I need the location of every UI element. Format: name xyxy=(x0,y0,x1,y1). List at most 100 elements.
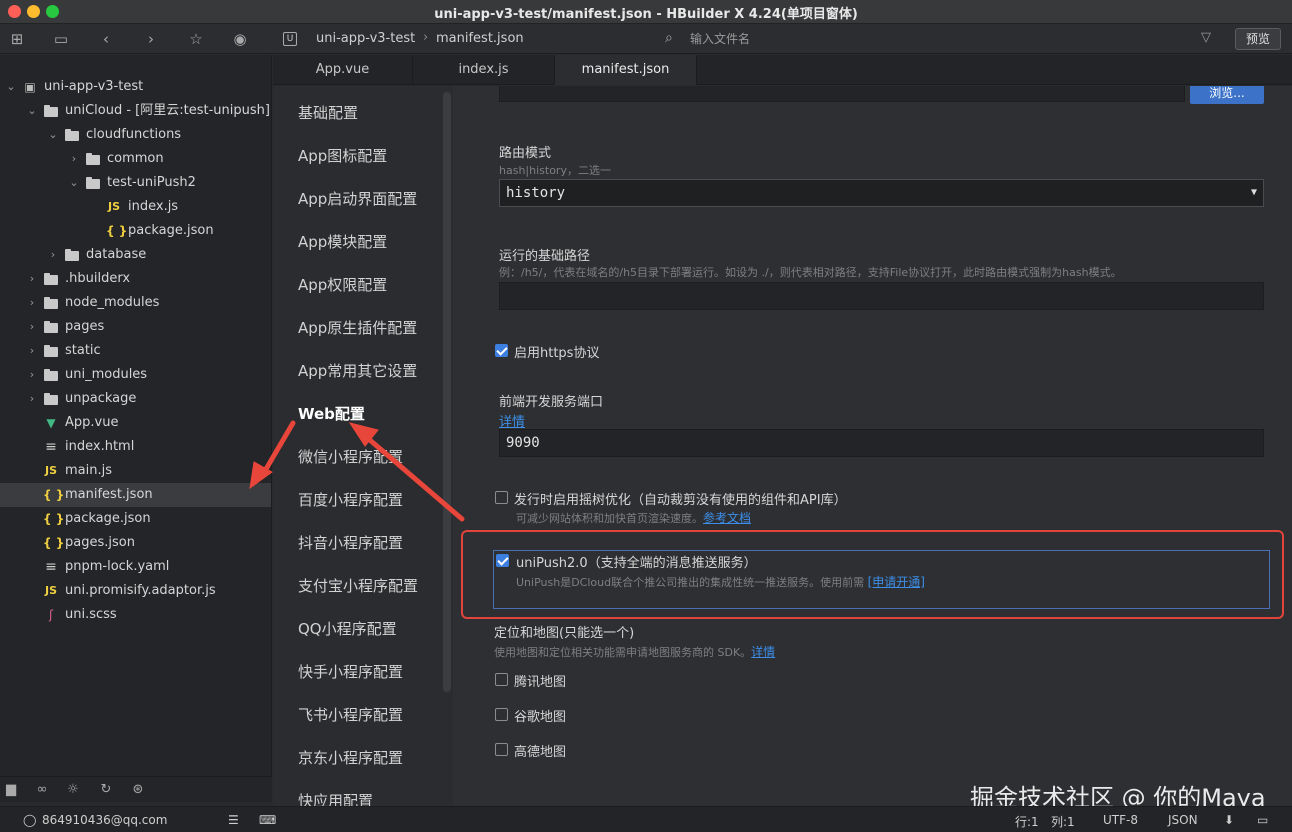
tree-item[interactable]: › static xyxy=(0,339,271,363)
chevron-down-icon[interactable]: ⌄ xyxy=(27,99,37,123)
config-nav-item[interactable]: 京东小程序配置 xyxy=(298,747,403,768)
config-nav-scrollbar[interactable] xyxy=(443,92,451,692)
chevron-right-icon[interactable]: › xyxy=(27,387,37,411)
config-nav-item[interactable]: App图标配置 xyxy=(298,145,387,166)
config-nav-item[interactable]: QQ小程序配置 xyxy=(298,618,397,639)
debug-icon[interactable]: ☼ xyxy=(64,781,82,799)
binoculars-icon[interactable]: ∞ xyxy=(33,781,51,799)
tree-item[interactable]: { } package.json xyxy=(0,219,271,243)
chevron-down-icon[interactable]: ⌄ xyxy=(6,75,16,99)
router-mode-select[interactable]: history ▼ xyxy=(499,179,1264,207)
account-icon[interactable]: ◯ xyxy=(23,813,36,827)
config-nav-item[interactable]: 基础配置 xyxy=(298,102,358,123)
https-label[interactable]: 启用https协议 xyxy=(514,342,599,361)
config-nav-item[interactable]: 百度小程序配置 xyxy=(298,489,403,510)
icon-path-field[interactable] xyxy=(499,86,1185,102)
explorer-icon[interactable]: ▆ xyxy=(2,781,20,799)
plugin-icon[interactable]: ⊛ xyxy=(129,781,147,799)
tab-index-js[interactable]: index.js xyxy=(413,55,555,85)
tree-item[interactable]: ▼ App.vue xyxy=(0,411,271,435)
tree-item[interactable]: › .hbuilderx xyxy=(0,267,271,291)
browse-button[interactable]: 浏览... xyxy=(1190,86,1264,104)
star-icon[interactable]: ☆ xyxy=(187,30,205,48)
tree-item[interactable]: ⌄ test-uniPush2 xyxy=(0,171,271,195)
tree-item[interactable]: ʃ uni.scss xyxy=(0,603,271,627)
outline-icon[interactable]: ☰ xyxy=(228,813,239,827)
config-nav-item[interactable]: 飞书小程序配置 xyxy=(298,704,403,725)
tab-app-vue[interactable]: App.vue xyxy=(273,55,413,85)
unipush-label[interactable]: uniPush2.0（支持全端的消息推送服务） xyxy=(516,552,757,571)
treeshake-docs-link[interactable]: 参考文档 xyxy=(703,511,751,525)
tree-item[interactable]: { } pages.json xyxy=(0,531,271,555)
unipush-apply-link[interactable]: [申请开通] xyxy=(868,575,925,589)
terminal-icon[interactable]: ⌨ xyxy=(259,813,276,827)
treeshake-label[interactable]: 发行时启用摇树优化（自动裁剪没有使用的组件和API库） xyxy=(514,489,847,508)
chevron-right-icon[interactable]: › xyxy=(69,147,79,171)
tencent-map-checkbox[interactable] xyxy=(495,673,508,686)
back-icon[interactable]: ‹ xyxy=(97,30,115,48)
amap-checkbox[interactable] xyxy=(495,743,508,756)
preview-button[interactable]: 预览 xyxy=(1235,28,1281,50)
tree-item[interactable]: JS uni.promisify.adaptor.js xyxy=(0,579,271,603)
forward-icon[interactable]: › xyxy=(142,30,160,48)
config-nav-item[interactable]: Web配置 xyxy=(298,403,365,424)
tree-item[interactable]: › database xyxy=(0,243,271,267)
chevron-right-icon[interactable]: › xyxy=(27,291,37,315)
run-icon[interactable]: ◉ xyxy=(231,30,249,48)
filter-icon[interactable]: ▽ xyxy=(1201,30,1211,45)
config-nav-item[interactable]: App权限配置 xyxy=(298,274,387,295)
tree-item[interactable]: › node_modules xyxy=(0,291,271,315)
unipush-checkbox[interactable] xyxy=(496,554,509,567)
git-icon[interactable]: ↻ xyxy=(97,781,115,799)
account-label[interactable]: 864910436@qq.com xyxy=(42,813,167,827)
breadcrumb-project[interactable]: uni-app-v3-test xyxy=(316,31,415,46)
chevron-right-icon[interactable]: › xyxy=(27,363,37,387)
base-path-input[interactable] xyxy=(499,282,1264,310)
chevron-down-icon[interactable]: ⌄ xyxy=(69,171,79,195)
new-file-icon[interactable]: ⊞ xyxy=(8,30,26,48)
tree-item[interactable]: › pages xyxy=(0,315,271,339)
google-map-checkbox[interactable] xyxy=(495,708,508,721)
chevron-right-icon[interactable]: › xyxy=(48,243,58,267)
config-nav-item[interactable]: 快手小程序配置 xyxy=(298,661,403,682)
dev-port-details-link[interactable]: 详情 xyxy=(499,411,525,430)
encoding-selector[interactable]: UTF-8 xyxy=(1103,813,1138,827)
config-nav-item[interactable]: 快应用配置 xyxy=(298,790,373,806)
config-nav-item[interactable]: 抖音小程序配置 xyxy=(298,532,403,553)
amap-label[interactable]: 高德地图 xyxy=(514,741,566,760)
config-nav-item[interactable]: App常用其它设置 xyxy=(298,360,417,381)
config-nav-item[interactable]: App原生插件配置 xyxy=(298,317,417,338)
tree-item[interactable]: › unpackage xyxy=(0,387,271,411)
tree-item[interactable]: ≡ index.html xyxy=(0,435,271,459)
download-icon[interactable]: ⬇ xyxy=(1224,813,1234,827)
tree-item[interactable]: JS index.js xyxy=(0,195,271,219)
save-icon[interactable]: ▭ xyxy=(52,30,70,48)
treeshake-checkbox[interactable] xyxy=(495,491,508,504)
tree-item[interactable]: { } package.json xyxy=(0,507,271,531)
chevron-down-icon[interactable]: ⌄ xyxy=(48,123,58,147)
config-nav-item[interactable]: 微信小程序配置 xyxy=(298,446,403,467)
chevron-right-icon[interactable]: › xyxy=(27,315,37,339)
file-search-input[interactable] xyxy=(690,29,1090,49)
tree-item[interactable]: ⌄ uniCloud - [阿里云:test-unipush] xyxy=(0,99,271,123)
tree-item[interactable]: ⌄ ▣ uni-app-v3-test xyxy=(0,75,271,99)
breadcrumb-file[interactable]: manifest.json xyxy=(436,31,524,46)
config-nav-item[interactable]: App模块配置 xyxy=(298,231,387,252)
language-selector[interactable]: JSON xyxy=(1168,813,1198,827)
chevron-right-icon[interactable]: › xyxy=(27,339,37,363)
config-nav-item[interactable]: App启动界面配置 xyxy=(298,188,417,209)
tree-item[interactable]: { } manifest.json xyxy=(0,483,271,507)
chevron-right-icon[interactable]: › xyxy=(27,267,37,291)
tab-manifest-json[interactable]: manifest.json xyxy=(555,55,697,85)
tree-item[interactable]: › common xyxy=(0,147,271,171)
https-checkbox[interactable] xyxy=(495,344,508,357)
tree-item[interactable]: ≡ pnpm-lock.yaml xyxy=(0,555,271,579)
tree-item[interactable]: › uni_modules xyxy=(0,363,271,387)
maps-details-link[interactable]: 详情 xyxy=(751,645,775,659)
dev-port-input[interactable]: 9090 xyxy=(499,429,1264,457)
google-map-label[interactable]: 谷歌地图 xyxy=(514,706,566,725)
notification-icon[interactable]: ▭ xyxy=(1257,813,1268,827)
tree-item[interactable]: ⌄ cloudfunctions xyxy=(0,123,271,147)
tree-item[interactable]: JS main.js xyxy=(0,459,271,483)
config-nav-item[interactable]: 支付宝小程序配置 xyxy=(298,575,418,596)
